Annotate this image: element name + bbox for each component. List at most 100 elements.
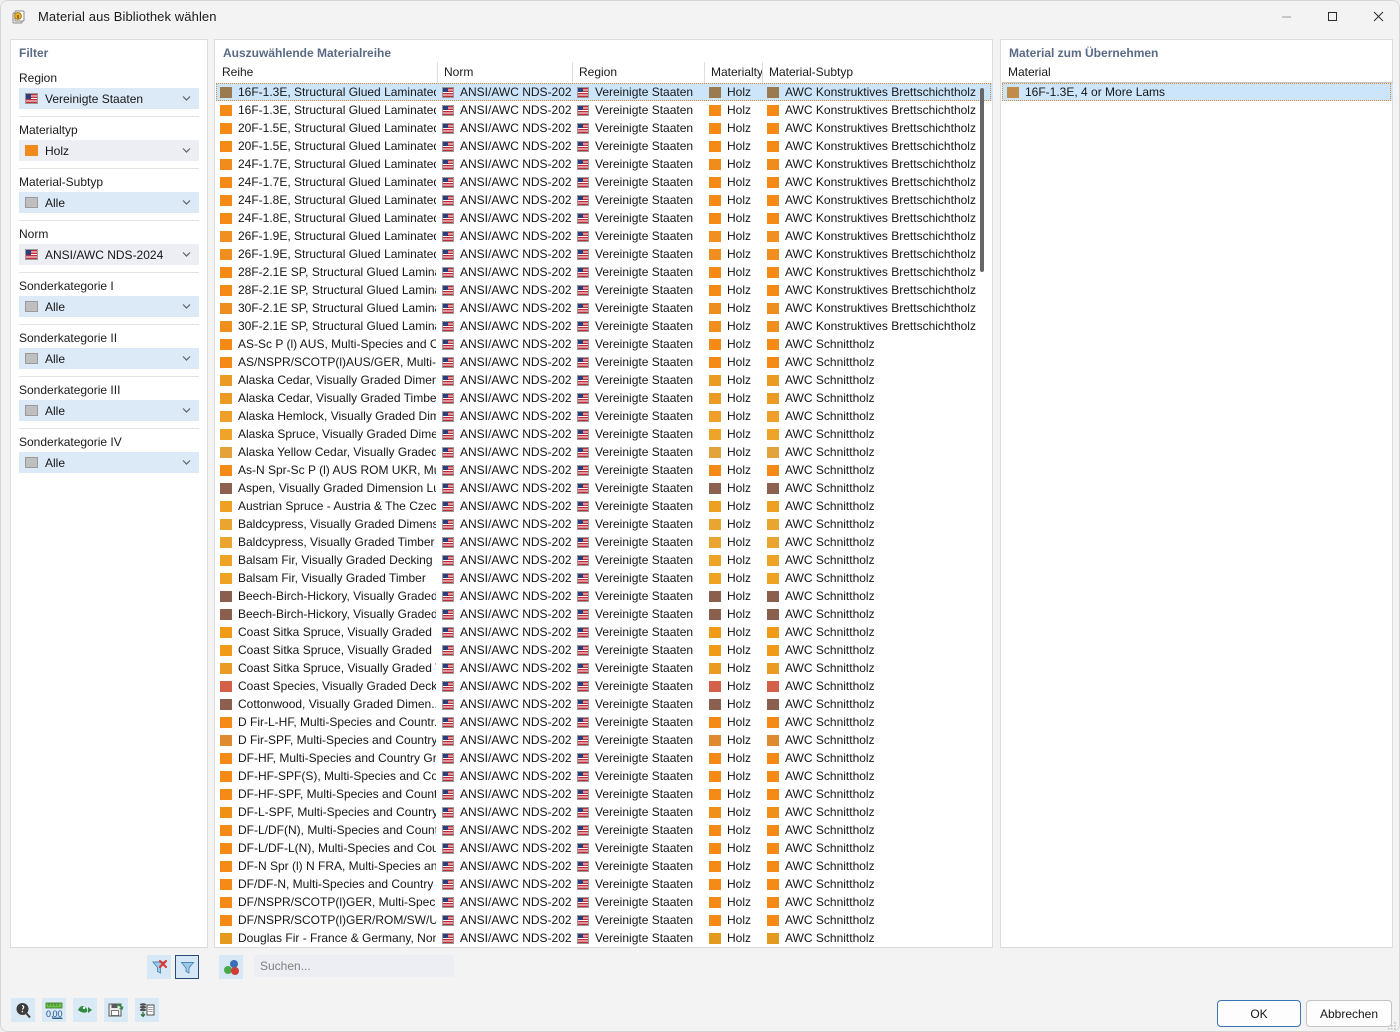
filter-combo-materialtyp[interactable]: Holz bbox=[19, 140, 199, 161]
export-icon[interactable] bbox=[73, 998, 97, 1022]
table-body[interactable]: 16F-1.3E, Structural Glued Laminated...A… bbox=[216, 83, 993, 947]
ok-button[interactable]: OK bbox=[1217, 1000, 1301, 1027]
table-row[interactable]: Alaska Yellow Cedar, Visually Graded ...… bbox=[216, 443, 993, 461]
table-row[interactable]: Alaska Cedar, Visually Graded Dimen...AN… bbox=[216, 371, 993, 389]
resize-grip-icon[interactable] bbox=[1387, 1020, 1397, 1030]
table-row[interactable]: D Fir-SPF, Multi-Species and Country ...… bbox=[216, 731, 993, 749]
cell-norm: ANSI/AWC NDS-2024 bbox=[442, 749, 571, 767]
table-row[interactable]: DF/DF-N, Multi-Species and Country ...AN… bbox=[216, 875, 993, 893]
search-input[interactable]: Suchen... bbox=[254, 955, 454, 977]
table-row[interactable]: 24F-1.8E, Structural Glued Laminated...A… bbox=[216, 209, 993, 227]
cancel-button[interactable]: Abbrechen bbox=[1306, 1000, 1392, 1027]
table-row[interactable]: 16F-1.3E, Structural Glued Laminated...A… bbox=[216, 101, 993, 119]
table-row[interactable]: AS/NSPR/SCOTP(l)AUS/GER, Multi-Sp...ANSI… bbox=[216, 353, 993, 371]
table-row[interactable]: 30F-2.1E SP, Structural Glued Laminat...… bbox=[216, 317, 993, 335]
column-header-reihe[interactable]: Reihe bbox=[216, 62, 438, 83]
table-row[interactable]: 20F-1.5E, Structural Glued Laminated...A… bbox=[216, 119, 993, 137]
table-row[interactable]: 28F-2.1E SP, Structural Glued Laminat...… bbox=[216, 263, 993, 281]
table-row[interactable]: Douglas Fir - France & Germany, Non...AN… bbox=[216, 929, 993, 947]
table-row[interactable]: 24F-1.7E, Structural Glued Laminated...A… bbox=[216, 173, 993, 191]
list-item[interactable]: 16F-1.3E, 4 or More Lams bbox=[1002, 83, 1393, 101]
table-row[interactable]: DF-HF, Multi-Species and Country Gr...AN… bbox=[216, 749, 993, 767]
color-swatch-icon bbox=[767, 879, 779, 890]
table-row[interactable]: DF-L/DF(N), Multi-Species and Count...AN… bbox=[216, 821, 993, 839]
cell-reihe: Alaska Yellow Cedar, Visually Graded ... bbox=[220, 443, 436, 461]
search-color-icon[interactable] bbox=[219, 955, 243, 979]
table-row[interactable]: As-N Spr-Sc P (l) AUS ROM UKR, Multi...A… bbox=[216, 461, 993, 479]
table-row[interactable]: Cottonwood, Visually Graded Dimen...ANSI… bbox=[216, 695, 993, 713]
column-header-typ[interactable]: Materialty bbox=[705, 62, 763, 83]
table-row[interactable]: Baldcypress, Visually Graded TimberANSI/… bbox=[216, 533, 993, 551]
table-row[interactable]: Aspen, Visually Graded Dimension Lu...AN… bbox=[216, 479, 993, 497]
table-row[interactable]: Baldcypress, Visually Graded Dimensi...A… bbox=[216, 515, 993, 533]
table-row[interactable]: Alaska Hemlock, Visually Graded Dim...AN… bbox=[216, 407, 993, 425]
table-row[interactable]: Beech-Birch-Hickory, Visually Graded ...… bbox=[216, 587, 993, 605]
color-swatch-icon bbox=[709, 231, 721, 242]
vertical-scrollbar-track[interactable] bbox=[980, 84, 984, 944]
column-header-subtyp[interactable]: Material-Subtyp bbox=[763, 62, 993, 83]
color-swatch-icon bbox=[220, 447, 232, 458]
filter-combo-sonderkategorie-iii[interactable]: Alle bbox=[19, 400, 199, 421]
table-row[interactable]: DF-HF-SPF, Multi-Species and Countr...AN… bbox=[216, 785, 993, 803]
table-row[interactable]: Coast Sitka Spruce, Visually Graded ...A… bbox=[216, 623, 993, 641]
vertical-scrollbar-thumb[interactable] bbox=[980, 88, 984, 272]
clear-filter-button[interactable] bbox=[147, 955, 171, 979]
table-row[interactable]: 24F-1.8E, Structural Glued Laminated...A… bbox=[216, 191, 993, 209]
filter-combo-sonderkategorie-ii[interactable]: Alle bbox=[19, 348, 199, 369]
color-swatch-icon bbox=[220, 249, 232, 260]
save-icon[interactable] bbox=[104, 998, 128, 1022]
table-row[interactable]: Coast Species, Visually Graded Decki...A… bbox=[216, 677, 993, 695]
table-row[interactable]: Alaska Spruce, Visually Graded Dime...AN… bbox=[216, 425, 993, 443]
color-swatch-icon bbox=[220, 717, 232, 728]
table-row[interactable]: Coast Sitka Spruce, Visually Graded T...… bbox=[216, 659, 993, 677]
cell-region: Vereinigte Staaten bbox=[577, 713, 703, 731]
table-row[interactable]: 26F-1.9E, Structural Glued Laminated...A… bbox=[216, 227, 993, 245]
copy-to-icon[interactable] bbox=[135, 998, 159, 1022]
info-icon[interactable] bbox=[11, 998, 35, 1022]
cell-reihe: 30F-2.1E SP, Structural Glued Laminat... bbox=[220, 317, 436, 335]
svg-text:00: 00 bbox=[53, 1009, 63, 1019]
table-row[interactable]: 26F-1.9E, Structural Glued Laminated...A… bbox=[216, 245, 993, 263]
column-header-region[interactable]: Region bbox=[573, 62, 705, 83]
table-row[interactable]: 28F-2.1E SP, Structural Glued Laminat...… bbox=[216, 281, 993, 299]
table-row[interactable]: DF/NSPR/SCOTP(l)GER, Multi-Species ...AN… bbox=[216, 893, 993, 911]
selected-material-list[interactable]: 16F-1.3E, 4 or More Lams bbox=[1002, 83, 1393, 947]
table-row[interactable]: DF/NSPR/SCOTP(l)GER/ROM/SW/UKR...ANSI/AW… bbox=[216, 911, 993, 929]
color-swatch-icon bbox=[220, 609, 232, 620]
cell-text: ANSI/AWC NDS-2024 bbox=[460, 731, 571, 749]
table-row[interactable]: 24F-1.7E, Structural Glued Laminated...A… bbox=[216, 155, 993, 173]
table-row[interactable]: Austrian Spruce - Austria & The Czec...A… bbox=[216, 497, 993, 515]
table-row[interactable]: Coast Sitka Spruce, Visually Graded ...A… bbox=[216, 641, 993, 659]
cell-text: AWC Schnittholz bbox=[785, 425, 875, 443]
flag-icon bbox=[577, 807, 589, 818]
table-row[interactable]: Beech-Birch-Hickory, Visually Graded ...… bbox=[216, 605, 993, 623]
minimize-button[interactable] bbox=[1263, 1, 1309, 32]
flag-icon bbox=[442, 573, 454, 584]
color-swatch-icon bbox=[220, 645, 232, 656]
flag-icon bbox=[577, 753, 589, 764]
table-row[interactable]: D Fir-L-HF, Multi-Species and Countr...A… bbox=[216, 713, 993, 731]
table-row[interactable]: 20F-1.5E, Structural Glued Laminated...A… bbox=[216, 137, 993, 155]
close-button[interactable] bbox=[1355, 1, 1400, 32]
filter-combo-region[interactable]: Vereinigte Staaten bbox=[19, 88, 199, 109]
table-row[interactable]: 16F-1.3E, Structural Glued Laminated...A… bbox=[216, 83, 993, 101]
filter-combo-sonderkategorie-i[interactable]: Alle bbox=[19, 296, 199, 317]
maximize-button[interactable] bbox=[1309, 1, 1355, 32]
table-row[interactable]: DF-HF-SPF(S), Multi-Species and Cou...AN… bbox=[216, 767, 993, 785]
numeric-value-icon[interactable]: 0, 00 bbox=[42, 998, 66, 1022]
table-row[interactable]: Balsam Fir, Visually Graded TimberANSI/A… bbox=[216, 569, 993, 587]
column-header-norm[interactable]: Norm bbox=[438, 62, 573, 83]
filter-button[interactable] bbox=[175, 955, 199, 979]
filter-combo-norm[interactable]: ANSI/AWC NDS-2024 bbox=[19, 244, 199, 265]
table-row[interactable]: DF-N Spr (l) N FRA, Multi-Species and...… bbox=[216, 857, 993, 875]
table-row[interactable]: DF-L-SPF, Multi-Species and Country ...A… bbox=[216, 803, 993, 821]
color-swatch-icon bbox=[709, 213, 721, 224]
table-row[interactable]: 30F-2.1E SP, Structural Glued Laminat...… bbox=[216, 299, 993, 317]
table-row[interactable]: DF-L/DF-L(N), Multi-Species and Cou...AN… bbox=[216, 839, 993, 857]
filter-combo-sonderkategorie-iv[interactable]: Alle bbox=[19, 452, 199, 473]
table-row[interactable]: AS-Sc P (l) AUS, Multi-Species and Co...… bbox=[216, 335, 993, 353]
table-row[interactable]: Alaska Cedar, Visually Graded TimberANSI… bbox=[216, 389, 993, 407]
table-row[interactable]: Balsam Fir, Visually Graded DeckingANSI/… bbox=[216, 551, 993, 569]
filter-combo-material-subtyp[interactable]: Alle bbox=[19, 192, 199, 213]
cell-text: ANSI/AWC NDS-2024 bbox=[460, 713, 571, 731]
